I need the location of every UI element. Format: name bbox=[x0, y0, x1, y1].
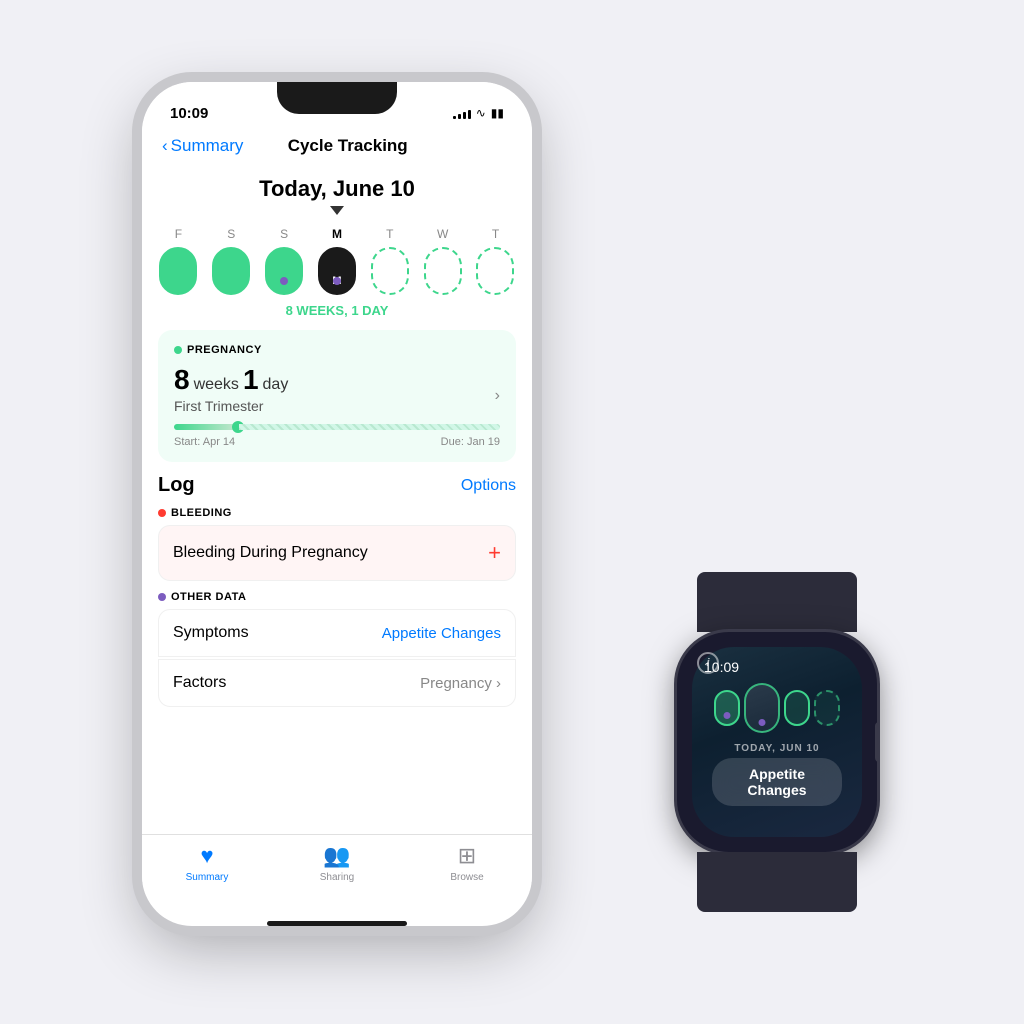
days-unit: day bbox=[263, 376, 289, 394]
pregnancy-label-text: PREGNANCY bbox=[187, 344, 262, 356]
progress-hatched bbox=[239, 424, 500, 430]
log-section: Log Options BLEEDING Bleeding During Pre… bbox=[142, 474, 532, 709]
watch-crown bbox=[875, 722, 877, 762]
tab-summary-label: Summary bbox=[186, 872, 229, 883]
watch-body: i 10:09 TODAY, JUN 10 Appetite Changes bbox=[677, 632, 877, 852]
dot-m bbox=[333, 277, 341, 285]
page-title: Cycle Tracking bbox=[183, 136, 512, 156]
other-data-section-label: OTHER DATA bbox=[158, 591, 516, 603]
chevron-left-icon: ‹ bbox=[162, 136, 168, 156]
signal-icon bbox=[453, 107, 471, 119]
factors-label: Factors bbox=[173, 674, 226, 692]
info-icon: i bbox=[697, 652, 719, 674]
day-label-w: W bbox=[421, 227, 465, 241]
heart-icon: ♥ bbox=[200, 843, 213, 869]
day-strip: F S S M T W T M bbox=[142, 227, 532, 330]
other-data-dot bbox=[158, 593, 166, 601]
tab-sharing[interactable]: 👥 Sharing bbox=[272, 843, 402, 883]
bleeding-row-label: Bleeding During Pregnancy bbox=[173, 544, 368, 562]
iphone: 10:09 ∿ ▮▮ ‹ Summary Cycle Tracking bbox=[142, 82, 532, 926]
wifi-icon: ∿ bbox=[476, 106, 486, 120]
day-label-f: F bbox=[156, 227, 200, 241]
w-dot-today bbox=[759, 719, 766, 726]
symptoms-label: Symptoms bbox=[173, 624, 249, 642]
cycle-bubbles: M bbox=[152, 247, 522, 295]
bubble-f[interactable] bbox=[159, 247, 197, 295]
sharing-icon: 👥 bbox=[323, 843, 350, 869]
watch-pill: Appetite Changes bbox=[712, 758, 843, 806]
pregnancy-card[interactable]: PREGNANCY 8 weeks 1 day First Trimester … bbox=[158, 330, 516, 462]
notch bbox=[277, 82, 397, 114]
bubble-t1[interactable] bbox=[371, 247, 409, 295]
watch-band-bottom bbox=[697, 852, 857, 912]
w-dot-1 bbox=[724, 712, 731, 719]
day-label-m: M bbox=[315, 227, 359, 241]
pregnancy-section-label: PREGNANCY bbox=[174, 344, 500, 356]
log-header: Log Options bbox=[158, 474, 516, 497]
date-title: Today, June 10 bbox=[142, 176, 532, 202]
start-date: Start: Apr 14 bbox=[174, 436, 235, 448]
bleeding-dot bbox=[158, 509, 166, 517]
tab-sharing-label: Sharing bbox=[320, 872, 354, 883]
log-title: Log bbox=[158, 474, 195, 497]
weeks-num: 8 bbox=[174, 364, 190, 396]
pregnancy-weeks: 8 weeks 1 day bbox=[174, 364, 500, 396]
watch-screen: i 10:09 TODAY, JUN 10 Appetite Changes bbox=[692, 647, 862, 837]
progress-bar bbox=[174, 424, 500, 430]
chevron-right-icon: › bbox=[495, 387, 500, 405]
status-icons: ∿ ▮▮ bbox=[453, 106, 504, 120]
symptoms-value: Appetite Changes bbox=[382, 625, 501, 642]
tab-summary[interactable]: ♥ Summary bbox=[142, 843, 272, 883]
browse-icon: ⊞ bbox=[458, 843, 476, 869]
days-num: 1 bbox=[243, 364, 259, 396]
bubble-s1[interactable] bbox=[212, 247, 250, 295]
symptoms-row[interactable]: Symptoms Appetite Changes bbox=[158, 609, 516, 657]
bubble-t2[interactable] bbox=[476, 247, 514, 295]
content-scroll: Today, June 10 F S S M T W T bbox=[142, 164, 532, 834]
scene: 10:09 ∿ ▮▮ ‹ Summary Cycle Tracking bbox=[62, 62, 962, 962]
tab-browse[interactable]: ⊞ Browse bbox=[402, 843, 532, 883]
status-time: 10:09 bbox=[170, 105, 208, 122]
factors-row[interactable]: Factors Pregnancy › bbox=[158, 659, 516, 707]
tab-bar: ♥ Summary 👥 Sharing ⊞ Browse bbox=[142, 834, 532, 917]
battery-icon: ▮▮ bbox=[491, 106, 504, 120]
day-label-t2: T bbox=[473, 227, 517, 241]
w-bubble-today bbox=[744, 683, 780, 733]
tab-browse-label: Browse bbox=[450, 872, 483, 883]
bubble-m-today[interactable]: M bbox=[318, 247, 356, 295]
apple-watch: i 10:09 TODAY, JUN 10 Appetite Changes bbox=[652, 572, 902, 882]
bleeding-row[interactable]: Bleeding During Pregnancy + bbox=[158, 525, 516, 581]
progress-dates: Start: Apr 14 Due: Jan 19 bbox=[174, 436, 500, 448]
weeks-label: 8 WEEKS, 1 DAY bbox=[152, 303, 522, 318]
w-bubble-2 bbox=[784, 690, 810, 726]
watch-cycle-bubbles bbox=[700, 683, 854, 733]
weeks-unit: weeks bbox=[194, 376, 239, 394]
nav-bar: ‹ Summary Cycle Tracking bbox=[142, 132, 532, 164]
date-header: Today, June 10 bbox=[142, 164, 532, 227]
w-bubble-1 bbox=[714, 690, 740, 726]
watch-band-top bbox=[697, 572, 857, 632]
add-bleeding-button[interactable]: + bbox=[488, 540, 501, 566]
bleeding-label-text: BLEEDING bbox=[171, 507, 232, 519]
calendar-indicator-arrow bbox=[330, 206, 344, 215]
trimester-label: First Trimester bbox=[174, 398, 500, 414]
bleeding-section-label: BLEEDING bbox=[158, 507, 516, 519]
day-label-s2: S bbox=[262, 227, 306, 241]
pregnancy-dot bbox=[174, 346, 182, 354]
day-labels: F S S M T W T bbox=[152, 227, 522, 241]
options-button[interactable]: Options bbox=[461, 477, 516, 495]
factors-value: Pregnancy › bbox=[420, 675, 501, 692]
other-data-label-text: OTHER DATA bbox=[171, 591, 246, 603]
status-bar: 10:09 ∿ ▮▮ bbox=[142, 82, 532, 132]
day-label-t1: T bbox=[368, 227, 412, 241]
bubble-w[interactable] bbox=[424, 247, 462, 295]
progress-bar-fill bbox=[174, 424, 239, 430]
watch-date: TODAY, JUN 10 bbox=[734, 743, 819, 754]
due-date: Due: Jan 19 bbox=[441, 436, 500, 448]
w-bubble-3 bbox=[814, 690, 840, 726]
dot-s2 bbox=[280, 277, 288, 285]
home-indicator bbox=[267, 921, 407, 926]
day-label-s1: S bbox=[209, 227, 253, 241]
bubble-s2[interactable] bbox=[265, 247, 303, 295]
